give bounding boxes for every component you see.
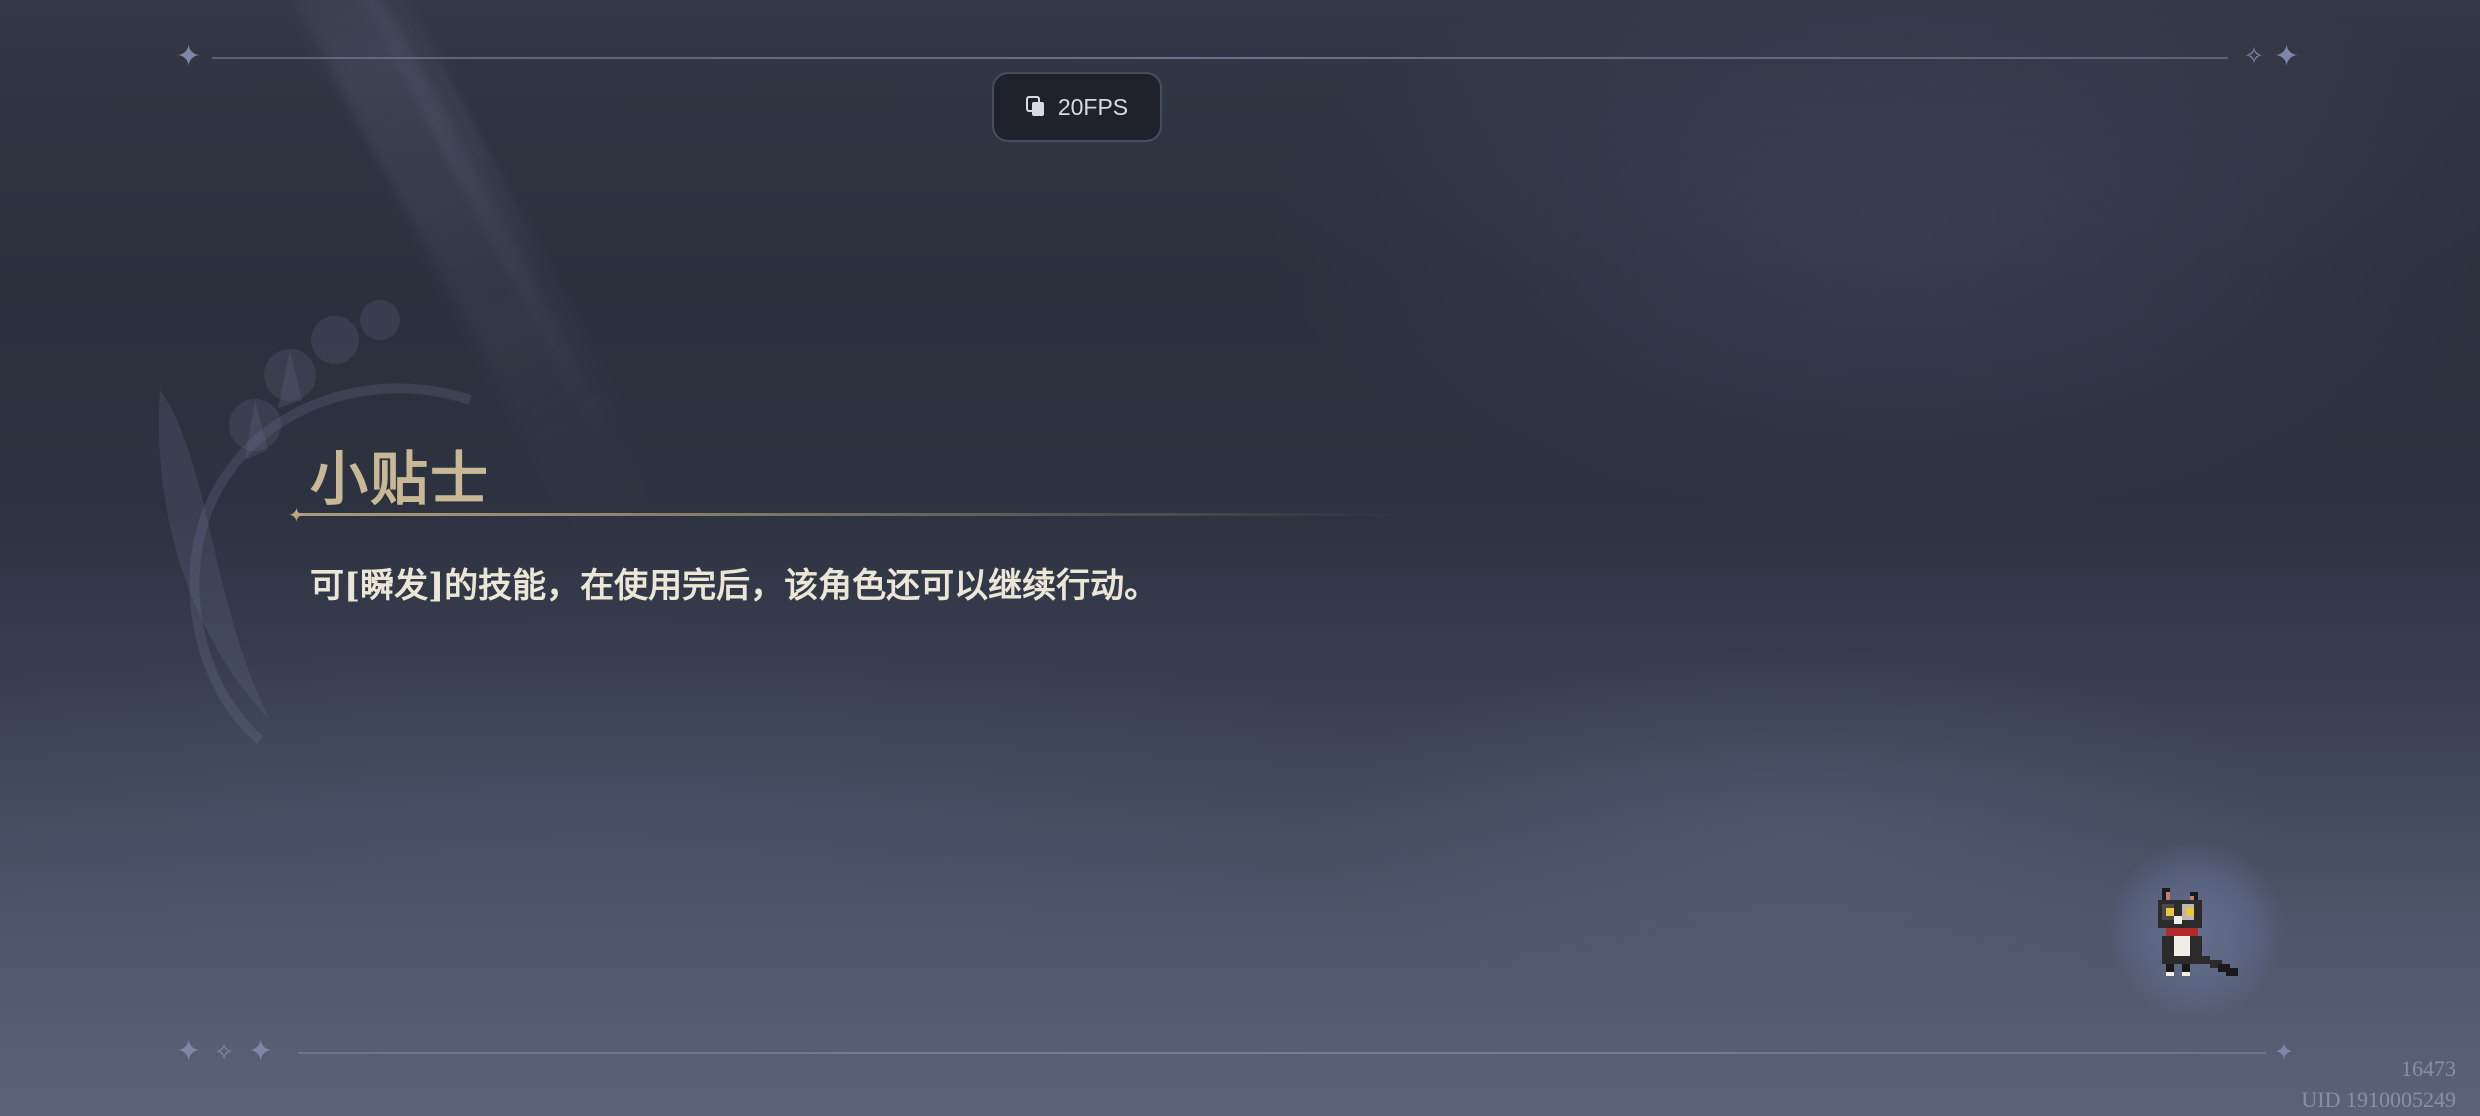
lily-emblem-icon — [158, 300, 472, 744]
sparkle-icon: ✦ — [248, 1034, 274, 1069]
tips-divider — [296, 513, 1396, 516]
loading-screen: ✦ ✧ ✦ ✦ ✧ ✦ ✦ 20FPS 小贴士 ✦ 可[瞬发]的技能，在使用完后… — [0, 0, 2480, 1116]
player-uid: UID 1910005249 — [2301, 1087, 2456, 1112]
sparkle-outline-icon: ✧ — [214, 1038, 235, 1066]
sparkle-icon: ✦ — [176, 39, 202, 74]
build-number: 16473 — [2401, 1056, 2456, 1081]
fps-indicator[interactable]: 20FPS — [992, 72, 1162, 142]
sparkle-outline-icon: ✧ — [2244, 42, 2265, 70]
sparkle-icon: ✦ — [176, 1034, 202, 1069]
copy-icon — [1025, 96, 1044, 116]
sparkle-icon: ✦ — [2274, 39, 2300, 74]
loading-mascot — [2106, 840, 2286, 1020]
pixel-cat-icon — [2158, 888, 2238, 976]
fps-label: 20FPS — [1057, 93, 1129, 120]
sparkle-icon: ✦ — [2274, 1038, 2295, 1066]
tips-body: 可[瞬发]的技能，在使用完后，该角色还可以继续行动。 — [310, 566, 1159, 606]
bottom-frame-line — [298, 1052, 2266, 1054]
tips-title: 小贴士 — [310, 445, 491, 513]
top-frame-line — [212, 57, 2228, 59]
